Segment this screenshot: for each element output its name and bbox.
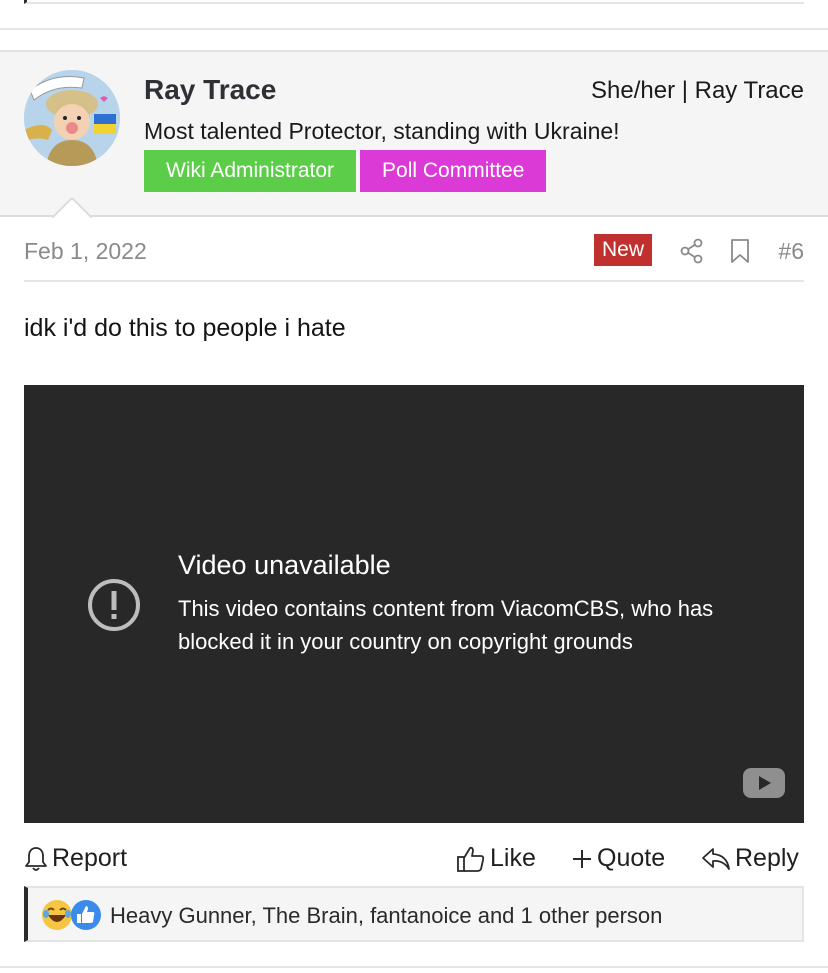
bell-icon bbox=[25, 846, 47, 871]
thumbs-up-icon bbox=[71, 900, 101, 930]
reaction-users-text[interactable]: Heavy Gunner, The Brain, fantanoice and … bbox=[110, 903, 662, 929]
report-button[interactable]: Report bbox=[24, 844, 127, 873]
plus-icon bbox=[573, 849, 591, 868]
like-label: Like bbox=[490, 844, 536, 872]
previous-post-remnant bbox=[24, 0, 804, 4]
user-banners: Wiki Administrator Poll Committee bbox=[144, 150, 547, 192]
video-unavailable-message: This video contains content from ViacomC… bbox=[178, 596, 714, 654]
reply-label: Reply bbox=[735, 844, 799, 872]
post-number[interactable]: #6 bbox=[778, 238, 804, 265]
user-pronoun-line: She/her | Ray Trace bbox=[591, 77, 804, 104]
new-badge: New bbox=[594, 234, 653, 266]
quote-button[interactable]: Quote bbox=[571, 844, 665, 873]
user-header: Ray Trace She/her | Ray Trace Most talen… bbox=[0, 50, 828, 218]
report-label: Report bbox=[52, 844, 128, 872]
message-arrow bbox=[52, 198, 92, 218]
post-body-text: idk i'd do this to people i hate bbox=[24, 314, 346, 342]
reactions-bar[interactable]: Heavy Gunner, The Brain, fantanoice and … bbox=[24, 886, 804, 942]
reply-arrow-icon bbox=[702, 847, 730, 870]
share-icon[interactable] bbox=[680, 238, 704, 264]
post-meta: Feb 1, 2022 New #6 bbox=[24, 232, 804, 282]
post-actions: Report Like Quote Reply bbox=[24, 844, 804, 884]
like-button[interactable]: Like bbox=[456, 844, 536, 873]
username[interactable]: Ray Trace bbox=[144, 74, 276, 106]
alert-icon bbox=[88, 579, 140, 631]
youtube-logo-icon[interactable] bbox=[743, 768, 785, 798]
banner-wiki-administrator: Wiki Administrator bbox=[144, 150, 357, 192]
thumbs-up-outline-icon bbox=[457, 846, 485, 872]
laughing-emoji-icon bbox=[42, 900, 72, 930]
video-embed[interactable]: Video unavailable This video contains co… bbox=[24, 385, 804, 823]
bookmark-icon[interactable] bbox=[730, 238, 750, 264]
video-unavailable-title: Video unavailable bbox=[178, 550, 391, 580]
post-divider bbox=[0, 28, 828, 30]
post-date[interactable]: Feb 1, 2022 bbox=[24, 238, 147, 265]
avatar[interactable] bbox=[24, 70, 120, 166]
banner-poll-committee: Poll Committee bbox=[360, 150, 547, 192]
user-title: Most talented Protector, standing with U… bbox=[144, 118, 620, 144]
reply-button[interactable]: Reply bbox=[701, 844, 799, 873]
avatar-image bbox=[24, 70, 120, 166]
post-divider-bottom bbox=[0, 966, 828, 968]
quote-label: Quote bbox=[597, 844, 666, 872]
reaction-icons bbox=[42, 900, 101, 930]
